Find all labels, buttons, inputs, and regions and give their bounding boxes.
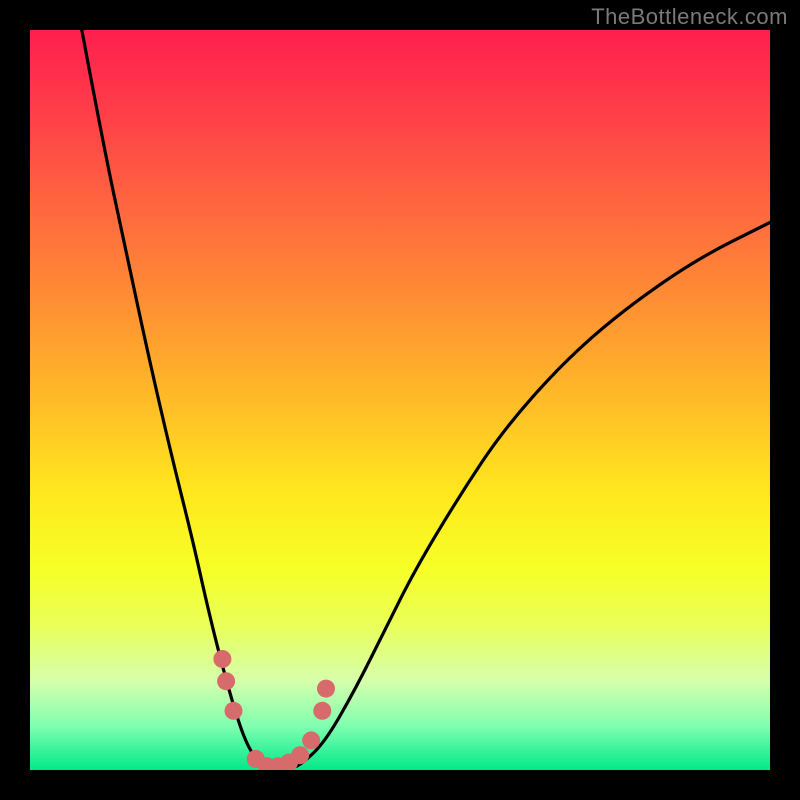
curve-marker (213, 650, 231, 668)
curve-marker (225, 702, 243, 720)
curve-marker (317, 680, 335, 698)
curve-marker (313, 702, 331, 720)
watermark-text: TheBottleneck.com (591, 4, 788, 30)
chart-svg (30, 30, 770, 770)
curve-marker (302, 731, 320, 749)
plot-area (30, 30, 770, 770)
curve-marker (217, 672, 235, 690)
curve-markers (213, 650, 335, 770)
bottleneck-curve (82, 30, 770, 770)
curve-marker (291, 746, 309, 764)
chart-frame: TheBottleneck.com (0, 0, 800, 800)
